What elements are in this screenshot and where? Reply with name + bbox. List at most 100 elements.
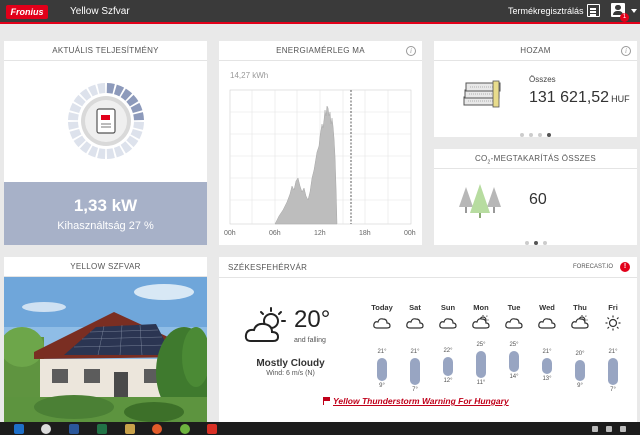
folder-icon[interactable] [125, 424, 135, 434]
temperature-range-bar [476, 350, 486, 378]
yield-card[interactable]: HOZAM i Összes 131 621,52 HUF [434, 41, 637, 137]
tray-arrow-icon[interactable] [592, 426, 598, 432]
app-icon[interactable] [180, 424, 190, 434]
pager-dot[interactable] [533, 241, 538, 245]
power-gauge [68, 83, 144, 159]
utilization-label: Kihasználtság 27 % [57, 220, 154, 232]
cloud-icon [373, 318, 391, 329]
taskbar [0, 422, 640, 435]
inverter-icon [96, 108, 116, 134]
forecast-low: 12° [443, 377, 453, 384]
co2-pager-dots[interactable] [434, 232, 637, 250]
forecast-low: 7° [610, 387, 616, 394]
production-area [274, 105, 338, 225]
gauge-segment [68, 121, 79, 130]
excel-icon[interactable] [97, 424, 107, 434]
info-icon[interactable]: i [406, 46, 416, 56]
temperature-range-bar [509, 350, 519, 372]
firefox-icon[interactable] [152, 424, 162, 434]
forecast-high: 25° [476, 341, 486, 348]
gauge-segment [133, 112, 144, 121]
power-summary: 1,33 kW Kihasználtság 27 % [4, 182, 207, 245]
temperature-range-bar [542, 358, 552, 374]
co2-value: 60 [529, 191, 547, 208]
pdf-icon[interactable] [207, 424, 217, 434]
forecast-day-label: Sat [409, 303, 421, 312]
cloud-icon [538, 318, 556, 329]
volume-icon[interactable] [620, 426, 626, 432]
forecast-low: 9° [577, 383, 583, 390]
weather-card[interactable]: SZÉKESFEHÉRVÁR FORECAST.IO ! 20° and fal… [219, 257, 637, 422]
product-registration-link[interactable]: Termékregisztrálás [508, 6, 584, 16]
network-icon[interactable] [606, 426, 612, 432]
yield-pager-dots[interactable] [434, 124, 637, 142]
forecast-low: 13° [542, 375, 552, 382]
divider [219, 277, 637, 278]
forecast-day-label: Wed [539, 303, 555, 312]
outlook-icon[interactable] [14, 424, 24, 434]
weather-city: SZÉKESFEHÉRVÁR [228, 263, 308, 272]
x-tick: 00h [224, 230, 236, 237]
forecast-day-label: Fri [608, 303, 618, 312]
word-icon[interactable] [69, 424, 79, 434]
forecast-day-label: Mon [473, 303, 489, 312]
weather-provider-link[interactable]: FORECAST.IO [573, 264, 613, 270]
forecast-day-label: Sun [440, 303, 456, 312]
forecast-high: 21° [377, 349, 387, 356]
system-card[interactable]: YELLOW SZFVAR [4, 257, 207, 422]
site-title: Yellow Szfvar [70, 6, 130, 17]
top-bar: Fronius Yellow Szfvar Termékregisztrálás… [0, 0, 640, 24]
temperature-range-bar [608, 358, 618, 386]
pager-dot[interactable] [538, 133, 542, 137]
partly-cloudy-icon [571, 315, 589, 329]
forecast-day-label: Tue [507, 303, 521, 312]
energy-balance-card[interactable]: ENERGIAMÉRLEG MA i 14,27 kWh 00h 06h 12h… [219, 41, 422, 245]
forecast-low: 11° [476, 379, 486, 386]
pager-dot[interactable] [547, 133, 551, 137]
pager-dot[interactable] [529, 133, 533, 137]
x-tick: 18h [359, 230, 371, 237]
yield-label: Összes [529, 75, 556, 84]
register-icon[interactable] [587, 4, 600, 17]
forecast-low: 14° [509, 373, 519, 380]
card-title: ENERGIAMÉRLEG MA [219, 41, 422, 61]
yield-unit: HUF [611, 94, 630, 104]
caret-down-icon[interactable] [631, 9, 637, 13]
temperature-range-bar [377, 358, 387, 382]
card-title: CO2-MEGTAKARÍTÁS ÖSSZES [434, 149, 637, 169]
temperature-range-bar [410, 358, 420, 386]
fronius-logo[interactable]: Fronius [6, 5, 48, 19]
energy-chart [229, 89, 412, 225]
co2-savings-card[interactable]: CO2-MEGTAKARÍTÁS ÖSSZES 60 [434, 149, 637, 245]
weather-warning-text: Yellow Thunderstorm Warning For Hungary [333, 396, 509, 406]
gauge-segment [68, 112, 79, 121]
gauge-segment [97, 148, 106, 159]
forecast-high: 20° [575, 351, 585, 358]
forecast-low: 9° [379, 383, 385, 390]
chrome-icon[interactable] [41, 424, 51, 434]
sun-icon [605, 315, 621, 331]
forecast-high: 21° [542, 349, 552, 356]
x-tick: 00h [404, 230, 416, 237]
forecast-high: 25° [509, 341, 519, 348]
forecast-low: 7° [412, 387, 418, 394]
pager-dot[interactable] [520, 133, 524, 137]
weather-alert-icon[interactable]: ! [620, 262, 630, 272]
cloud-icon [505, 318, 523, 329]
gauge-segment [97, 83, 106, 94]
flag-icon [323, 397, 330, 405]
temperature-range-bar [575, 360, 585, 382]
current-power-card: AKTUÁLIS TELJESÍTMÉNY 1,33 kW Kihasznált… [4, 41, 207, 245]
yield-value: 131 621,52 HUF [529, 89, 630, 107]
co2-title-suffix: -MEGTAKARÍTÁS ÖSSZES [490, 154, 597, 163]
weather-warning-link[interactable]: Yellow Thunderstorm Warning For Hungary [323, 396, 509, 406]
money-stack-icon [463, 80, 501, 108]
current-condition: Mostly Cloudy [256, 358, 325, 369]
info-icon[interactable]: i [621, 46, 631, 56]
temperature-range-bar [443, 356, 453, 376]
trees-icon [459, 184, 501, 218]
cloud-icon [439, 318, 457, 329]
notification-badge: 1 [620, 13, 629, 22]
pager-dot[interactable] [542, 241, 547, 245]
pager-dot[interactable] [524, 241, 529, 245]
